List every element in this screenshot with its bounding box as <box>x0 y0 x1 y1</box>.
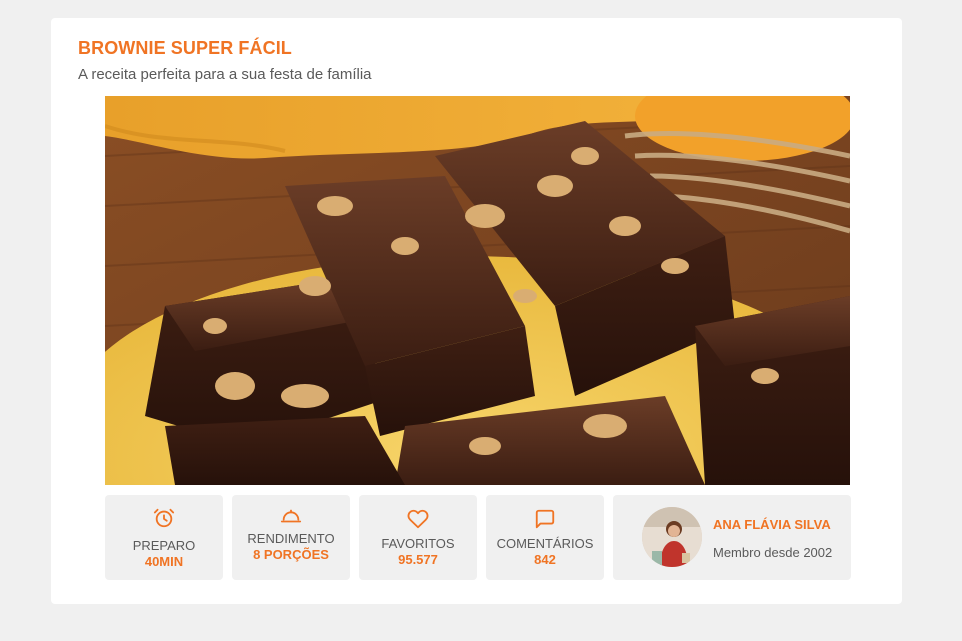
author-member-since: Membro desde 2002 <box>713 545 833 560</box>
recipe-card: BROWNIE SUPER FÁCIL A receita perfeita p… <box>51 18 902 604</box>
stat-label: PREPARO <box>132 538 196 553</box>
recipe-photo[interactable] <box>105 96 850 485</box>
stat-rendimento: RENDIMENTO 8 PORÇÕES <box>232 495 350 580</box>
cloche-icon <box>232 505 350 529</box>
stat-value: 842 <box>534 552 556 567</box>
recipe-title: BROWNIE SUPER FÁCIL <box>78 38 292 58</box>
author-avatar[interactable] <box>642 507 702 567</box>
stat-value: 40MIN <box>144 554 184 569</box>
alarm-clock-icon <box>105 507 223 531</box>
stat-label: COMENTÁRIOS <box>496 536 594 551</box>
author-card[interactable]: ANA FLÁVIA SILVA Membro desde 2002 <box>613 495 851 580</box>
stat-label: RENDIMENTO <box>247 531 335 546</box>
recipe-subtitle: A receita perfeita para a sua festa de f… <box>78 66 372 83</box>
stat-value: 95.577 <box>398 552 438 567</box>
speech-bubble-icon[interactable] <box>486 508 604 532</box>
stat-comentarios[interactable]: COMENTÁRIOS 842 <box>486 495 604 580</box>
stat-preparo: PREPARO 40MIN <box>105 495 223 580</box>
stat-label: FAVORITOS <box>381 536 455 551</box>
heart-icon[interactable] <box>359 508 477 532</box>
stat-value: 8 PORÇÕES <box>253 547 329 562</box>
stat-favoritos[interactable]: FAVORITOS 95.577 <box>359 495 477 580</box>
author-name[interactable]: ANA FLÁVIA SILVA <box>713 517 831 532</box>
